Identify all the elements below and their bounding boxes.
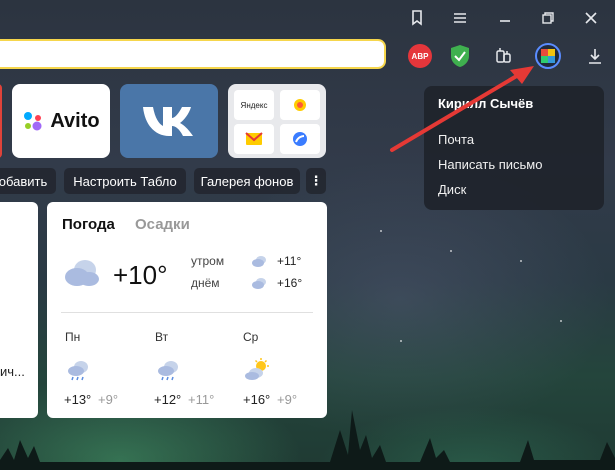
background-gallery-button[interactable]: Галерея фонов (194, 168, 300, 194)
avito-logo-icon (24, 112, 42, 131)
avatar-icon (541, 49, 555, 63)
forecast-day-3: Ср (243, 330, 259, 344)
partly-sunny-icon (245, 358, 269, 380)
more-label: ⋮ (309, 173, 323, 188)
star (450, 250, 452, 252)
day-temperature: +16° (277, 276, 303, 290)
rain-icon (68, 361, 88, 381)
mail-icon (245, 132, 263, 145)
forecast-low-1: +9° (98, 392, 119, 407)
small-cloud-icon (252, 256, 266, 267)
tab-precipitation[interactable]: Осадки (135, 216, 190, 233)
star (520, 260, 522, 262)
background-gallery-label: Галерея фонов (200, 173, 294, 189)
profile-avatar-button[interactable] (535, 43, 561, 69)
restore-icon[interactable] (539, 9, 557, 27)
minimize-icon[interactable] (496, 9, 514, 27)
forecast-low-2: +11° (188, 392, 215, 407)
menu-icon[interactable] (451, 9, 469, 27)
tile-avito[interactable]: Avito (12, 84, 110, 158)
day-label: днём (191, 276, 220, 290)
forecast-low-3: +9° (277, 392, 298, 407)
extension-puzzle-icon[interactable] (492, 44, 516, 68)
yandex-services-tile[interactable] (280, 90, 320, 120)
vk-logo-icon (143, 107, 193, 136)
profile-popup: Кирилл Сычёв Почта Написать письмо Диск (424, 86, 604, 210)
cloud-icon (65, 260, 99, 286)
adblock-plus-icon[interactable]: ABP (408, 44, 432, 68)
rain-icon (158, 361, 178, 381)
tile-vk[interactable] (120, 84, 218, 158)
customize-tablo-button[interactable]: Настроить Табло (64, 168, 186, 194)
bookmarks-icon[interactable] (408, 9, 426, 27)
download-icon[interactable] (583, 44, 607, 68)
yandex-services-icon (294, 99, 306, 111)
add-button[interactable]: обавить (0, 168, 56, 194)
profile-name: Кирилл Сычёв (438, 96, 534, 111)
disk-icon (293, 132, 307, 146)
menu-item-write-letter[interactable]: Написать письмо (438, 157, 542, 172)
star (380, 230, 382, 232)
current-temperature: +10° (113, 260, 168, 290)
address-bar[interactable] (0, 39, 386, 69)
morning-label: утром (191, 254, 225, 268)
tile-yandex-group[interactable]: Яндекс (228, 84, 326, 158)
yandex-mail-tile[interactable] (234, 124, 274, 154)
weather-widget[interactable]: Погода Осадки +10° утром +11° днём +16° … (47, 202, 327, 418)
yandex-tile[interactable]: Яндекс (234, 90, 274, 120)
small-cloud-icon (252, 278, 266, 289)
star (560, 320, 562, 322)
star (400, 340, 402, 342)
news-card-text: ич... (0, 364, 25, 379)
forecast-day-2: Вт (155, 330, 169, 344)
adguard-shield-icon[interactable] (448, 44, 472, 68)
morning-temperature: +11° (277, 254, 302, 268)
abp-label: ABP (411, 51, 429, 61)
divider (61, 312, 313, 313)
menu-item-mail[interactable]: Почта (438, 132, 474, 147)
tab-weather[interactable]: Погода (62, 216, 115, 233)
tile-avito-label: Avito (50, 109, 100, 132)
forecast-day-1: Пн (65, 330, 81, 344)
news-card-partial[interactable] (0, 202, 38, 418)
forecast-high-1: +13° (64, 392, 92, 407)
forecast-high-2: +12° (154, 392, 182, 407)
add-button-label: обавить (0, 173, 48, 189)
yandex-label: Яндекс (240, 100, 268, 110)
close-icon[interactable] (582, 9, 600, 27)
browser-toolbar: ABP (0, 36, 615, 76)
menu-item-disk[interactable]: Диск (438, 182, 466, 197)
yandex-disk-tile[interactable] (280, 124, 320, 154)
more-button[interactable]: ⋮ (306, 168, 326, 194)
tile-partial[interactable] (0, 84, 2, 158)
browser-titlebar (0, 0, 615, 36)
customize-tablo-label: Настроить Табло (73, 173, 177, 189)
forecast-high-3: +16° (243, 392, 271, 407)
